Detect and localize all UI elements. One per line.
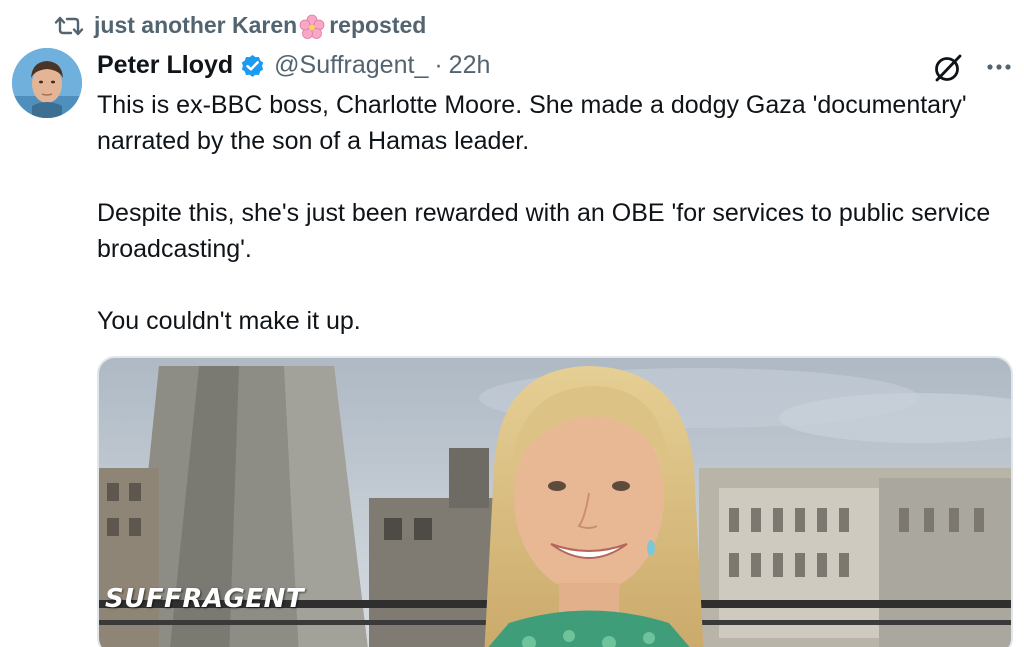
tweet-header: Peter Lloyd @Suffragent_ · 22h — [97, 46, 490, 84]
verified-badge-icon — [241, 54, 264, 77]
tweet-paragraph-1: This is ex-BBC boss, Charlotte Moore. Sh… — [97, 91, 967, 155]
more-icon[interactable] — [984, 52, 1014, 82]
timestamp[interactable]: 22h — [449, 51, 491, 80]
grok-icon[interactable] — [930, 50, 966, 86]
avatar-image — [12, 48, 82, 118]
tweet-paragraph-2: Despite this, she's just been rewarded w… — [97, 199, 991, 263]
tweet-text: This is ex-BBC boss, Charlotte Moore. Sh… — [97, 87, 1007, 339]
cherry-blossom-icon — [299, 14, 325, 39]
reposter-name[interactable]: just another Karen — [94, 12, 297, 38]
separator-dot: · — [434, 50, 443, 79]
media-watermark: SUFFRAGENT — [105, 584, 305, 614]
repost-icon — [54, 16, 84, 36]
author-handle[interactable]: @Suffragent_ — [274, 51, 428, 80]
tweet-paragraph-3: You couldn't make it up. — [97, 307, 361, 335]
repost-bar[interactable]: just another Karen reposted — [54, 10, 426, 42]
avatar[interactable] — [12, 48, 82, 118]
tweet-media-image[interactable]: SUFFRAGENT — [97, 356, 1013, 647]
author-display-name[interactable]: Peter Lloyd — [97, 51, 233, 80]
repost-label: reposted — [329, 12, 427, 39]
